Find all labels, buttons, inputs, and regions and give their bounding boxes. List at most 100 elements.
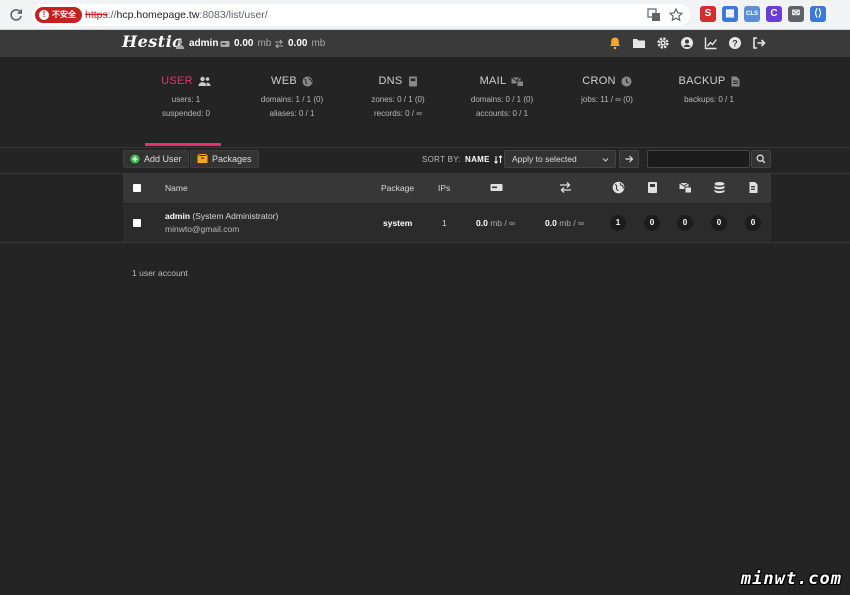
browser-toolbar: ! 不安全 https://hcp.homepage.tw:8083/list/… — [0, 0, 850, 30]
watermark: minwt.com — [740, 569, 842, 589]
disk-usage: 0.00 mb — [220, 30, 271, 57]
tab-web-stat: aliases: 0 / 1 — [269, 109, 315, 118]
row-mail-count: 0 — [677, 215, 693, 231]
current-user[interactable]: admin — [175, 30, 218, 57]
apply-button[interactable] — [619, 150, 639, 168]
address-bar[interactable]: ! 不安全 https://hcp.homepage.tw:8083/list/… — [32, 4, 690, 26]
database-column-icon — [713, 181, 726, 194]
users-icon — [198, 76, 211, 87]
bulk-action-value: Apply to selected — [512, 154, 577, 164]
tab-cron[interactable]: CRON jobs: 11 / ∞ (0) — [555, 73, 659, 105]
tab-dns[interactable]: DNS zones: 0 / 1 (0) records: 0 / ∞ — [346, 73, 450, 119]
top-bar: Hestia admin 0.00 mb 0.00 mb ? — [0, 30, 850, 57]
packages-button[interactable]: Packages — [190, 150, 259, 168]
add-user-label: Add User — [144, 154, 182, 164]
tab-web-stat: domains: 1 / 1 (0) — [260, 95, 324, 104]
bandwidth-usage: 0.00 mb — [274, 30, 325, 57]
security-badge[interactable]: ! 不安全 — [35, 7, 82, 23]
tab-dns-stat: zones: 0 / 1 (0) — [371, 95, 425, 104]
bandwidth-unit: mb — [311, 38, 326, 49]
reload-icon[interactable] — [8, 7, 24, 23]
extension-grid-icon[interactable]: ▦ — [722, 6, 738, 22]
row-db-count: 0 — [711, 215, 727, 231]
extension-cls-icon[interactable]: CLS — [744, 6, 760, 22]
tab-web-label: WEB — [271, 75, 297, 87]
column-package[interactable]: Package — [381, 174, 414, 203]
tab-cron-stat: jobs: 11 / ∞ (0) — [581, 95, 633, 104]
extension-s-icon[interactable]: S — [700, 6, 716, 22]
extension-c-icon[interactable]: C — [766, 6, 782, 22]
bookmark-star-icon[interactable] — [668, 7, 684, 23]
row-bandwidth: 0.0 mb / ∞ — [545, 218, 584, 228]
search-button[interactable] — [751, 150, 771, 168]
tab-web[interactable]: WEB domains: 1 / 1 (0) aliases: 0 / 1 — [240, 73, 344, 119]
file-icon — [731, 76, 740, 87]
row-fullname: (System Administrator) — [192, 211, 279, 221]
table-row[interactable]: admin (System Administrator) minwto@gmai… — [123, 204, 771, 242]
tab-mail[interactable]: MAIL domains: 0 / 1 (0) accounts: 0 / 1 — [450, 73, 554, 119]
search-input[interactable] — [647, 150, 750, 168]
url-host: hcp.homepage.tw — [116, 9, 200, 21]
column-ips[interactable]: IPs — [438, 174, 450, 203]
tab-user[interactable]: USER users: 1 suspended: 0 — [134, 73, 238, 119]
tab-backup-stat: backups: 0 / 1 — [684, 95, 734, 104]
tab-user-stat: users: 1 — [171, 95, 201, 104]
search-icon — [756, 154, 766, 164]
disk-column-icon — [490, 181, 503, 194]
gear-icon[interactable] — [656, 36, 670, 50]
globe-column-icon — [612, 181, 625, 194]
user-icon — [175, 39, 185, 49]
sort-by-label: SORT BY: — [422, 155, 462, 164]
bandwidth-column-icon — [559, 181, 572, 194]
row-dns-count: 0 — [644, 215, 660, 231]
add-user-button[interactable]: Add User — [123, 150, 189, 168]
table-header: Name Package IPs — [123, 174, 771, 203]
globe-icon — [302, 76, 313, 87]
row-checkbox[interactable] — [133, 219, 141, 227]
list-toolbar: Add User Packages SORT BY: NAME Apply to… — [0, 147, 850, 174]
extension-mail-icon[interactable]: ✉ — [788, 6, 804, 22]
column-name[interactable]: Name — [165, 174, 188, 203]
tab-mail-stat: accounts: 0 / 1 — [475, 109, 529, 118]
disk-value: 0.00 — [234, 38, 254, 49]
row-bandwidth-rest: mb / ∞ — [559, 218, 585, 228]
row-package: system — [383, 218, 413, 228]
row-email: minwto@gmail.com — [165, 224, 240, 234]
resource-tabs: USER users: 1 suspended: 0 WEB domains: 1 / … — [0, 57, 850, 148]
folder-icon[interactable] — [632, 36, 646, 50]
tab-cron-label: CRON — [582, 75, 616, 87]
stats-chart-icon[interactable] — [704, 36, 718, 50]
extension-code-icon[interactable]: ⟨⟩ — [810, 6, 826, 22]
tab-mail-label: MAIL — [479, 75, 507, 87]
transfer-icon — [275, 39, 283, 48]
chevron-down-icon — [602, 158, 609, 162]
tab-dns-label: DNS — [378, 75, 403, 87]
tab-backup-label: BACKUP — [678, 75, 726, 87]
bulk-action-select[interactable]: Apply to selected — [504, 150, 616, 168]
extension-toolbar: S ▦ CLS C ✉ ⟨⟩ — [700, 6, 826, 22]
tab-dns-stat: records: 0 / ∞ — [374, 109, 422, 118]
packages-label: Packages — [212, 154, 252, 164]
help-icon[interactable]: ? — [728, 36, 742, 50]
bandwidth-value: 0.00 — [288, 38, 308, 49]
box-icon — [197, 154, 208, 163]
sort-arrows-icon — [493, 155, 503, 164]
divider — [0, 242, 850, 243]
clock-icon — [621, 76, 632, 87]
logout-icon[interactable] — [752, 36, 766, 50]
translate-icon[interactable] — [646, 7, 662, 23]
row-username[interactable]: admin — [165, 211, 190, 221]
select-all-checkbox[interactable] — [133, 184, 141, 192]
hestia-logo[interactable]: Hestia — [122, 32, 183, 51]
row-web-count: 1 — [610, 215, 626, 231]
bell-icon[interactable] — [608, 36, 622, 50]
user-title: admin (System Administrator) — [165, 211, 278, 221]
account-icon[interactable] — [680, 36, 694, 50]
sort-by-value: NAME — [465, 155, 490, 164]
dns-column-icon — [646, 181, 659, 194]
url-text[interactable]: https://hcp.homepage.tw:8083/list/user/ — [85, 4, 268, 26]
security-badge-label: 不安全 — [52, 10, 76, 19]
sort-by-control[interactable]: SORT BY: NAME — [422, 155, 503, 164]
tab-backup[interactable]: BACKUP backups: 0 / 1 — [657, 73, 761, 105]
tab-mail-stat: domains: 0 / 1 (0) — [470, 95, 534, 104]
